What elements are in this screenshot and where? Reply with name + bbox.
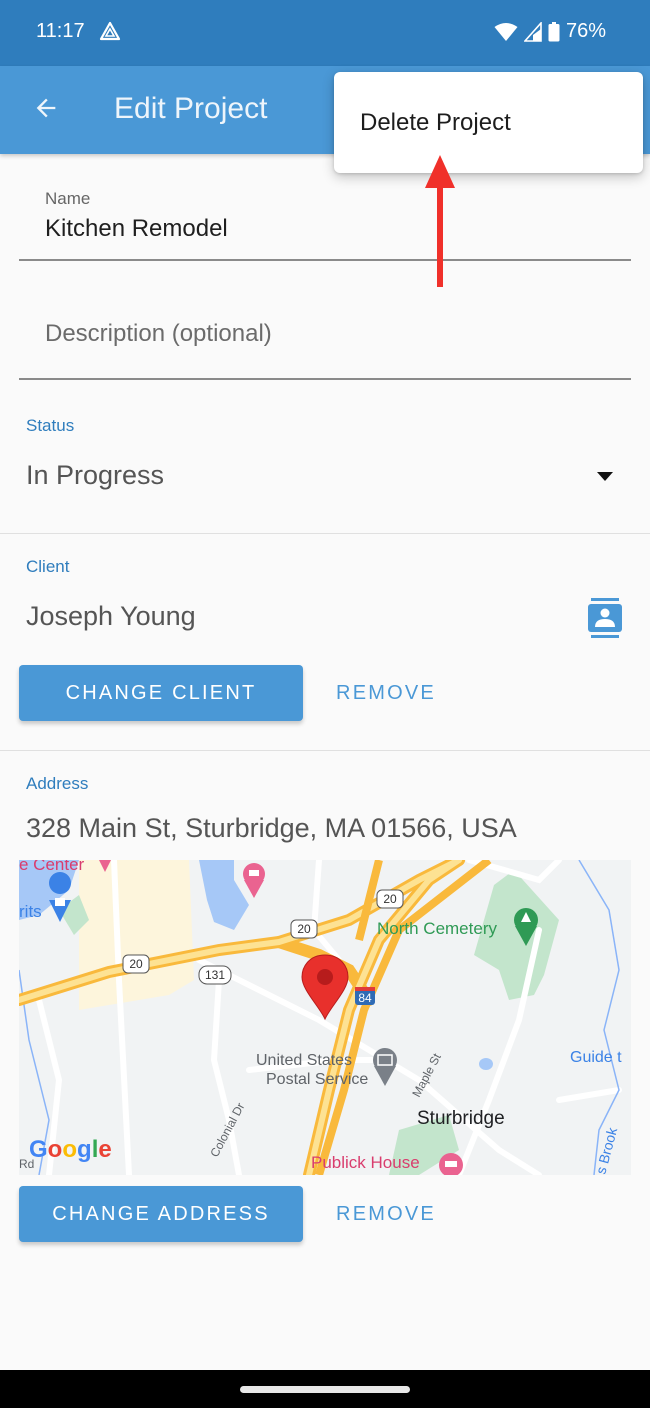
hotel-pin-icon <box>243 863 265 898</box>
name-label: Name <box>45 189 91 208</box>
location-marker-icon <box>301 954 349 1021</box>
map-pond <box>479 1058 493 1070</box>
map-water <box>199 860 249 930</box>
description-field[interactable]: Description (optional) <box>19 300 631 380</box>
post-office-pin-icon <box>373 1048 397 1086</box>
menu-item-delete-project[interactable]: Delete Project <box>334 72 643 173</box>
annotation-arrow <box>425 155 455 287</box>
name-input[interactable]: Kitchen Remodel <box>45 215 228 243</box>
svg-text:131: 131 <box>205 968 225 982</box>
map-label: North Cemetery <box>377 919 497 938</box>
change-client-button[interactable]: CHANGE CLIENT <box>19 665 303 721</box>
map-area-commercial <box>79 860 194 1010</box>
contact-card-icon[interactable] <box>587 598 623 638</box>
status-bar: 11:17 76% <box>0 0 650 66</box>
wifi-icon <box>494 22 518 42</box>
status-time: 11:17 <box>36 20 85 42</box>
client-name: Joseph Young <box>26 601 196 631</box>
svg-text:Google: Google <box>29 1136 112 1163</box>
map-label: e Center <box>19 860 85 874</box>
status-dropdown[interactable]: In Progress <box>0 440 650 512</box>
overflow-menu: Delete Project <box>334 72 643 173</box>
status-label: Status <box>26 416 75 435</box>
svg-text:84: 84 <box>358 991 372 1005</box>
route-shield-84: 84 <box>355 987 375 1005</box>
svg-text:20: 20 <box>129 957 143 971</box>
svg-text:20: 20 <box>297 922 311 936</box>
battery-percent: 76% <box>565 20 606 42</box>
status-selected-value: In Progress <box>26 460 165 490</box>
address-label: Address <box>26 774 89 793</box>
client-label: Client <box>26 557 70 576</box>
description-input[interactable]: Description (optional) <box>45 320 272 348</box>
svg-text:20: 20 <box>383 892 397 906</box>
name-field[interactable]: Name Kitchen Remodel <box>19 172 631 261</box>
remove-client-button[interactable]: REMOVE <box>318 665 454 721</box>
route-shield-20: 20 <box>290 919 318 939</box>
home-gesture-handle[interactable] <box>240 1386 410 1393</box>
dropdown-arrow-icon <box>597 472 613 481</box>
route-shield-131: 131 <box>198 965 232 985</box>
map-label: United States <box>256 1052 352 1069</box>
status-icons: 76% <box>494 20 606 43</box>
map-preview[interactable]: 20 20 20 131 84 e Center rits North Ceme… <box>19 860 631 1175</box>
drive-triangle-icon <box>98 20 122 44</box>
remove-address-button[interactable]: REMOVE <box>318 1186 454 1242</box>
map-label: rits <box>19 902 42 921</box>
back-button[interactable] <box>22 86 70 134</box>
map-label: Sturbridge <box>417 1108 505 1129</box>
page-title: Edit Project <box>114 92 268 125</box>
map-label: Guide t <box>570 1049 622 1066</box>
address-value: 328 Main St, Sturbridge, MA 01566, USA <box>26 813 517 843</box>
map-label: Postal Service <box>266 1071 368 1088</box>
divider <box>0 533 650 534</box>
divider <box>0 750 650 751</box>
map-label: Publick House <box>311 1153 420 1172</box>
change-address-button[interactable]: CHANGE ADDRESS <box>19 1186 303 1242</box>
cell-signal-icon <box>523 21 542 42</box>
google-logo: Google <box>29 1136 112 1163</box>
arrow-back-icon <box>32 94 60 127</box>
battery-icon <box>548 21 560 42</box>
map-canvas: 20 20 20 131 84 e Center rits North Ceme… <box>19 860 622 1175</box>
route-shield-20: 20 <box>122 954 150 974</box>
route-shield-20: 20 <box>376 889 404 909</box>
